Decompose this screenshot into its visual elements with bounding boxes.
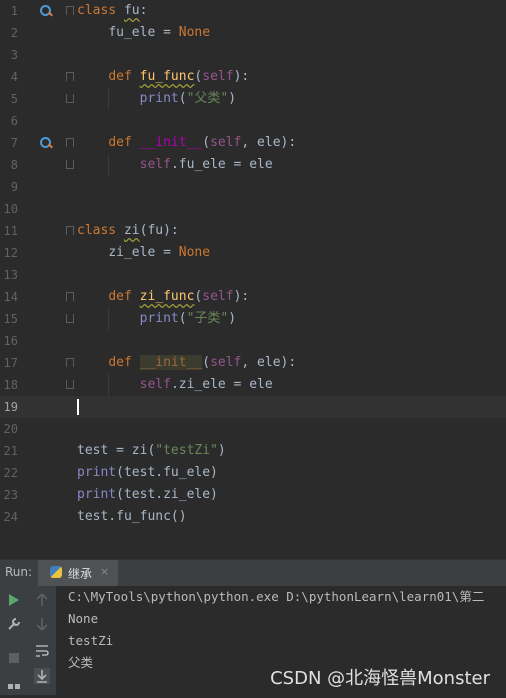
code-line[interactable]: 15 print("子类") bbox=[0, 308, 506, 330]
fold-icon[interactable] bbox=[66, 358, 74, 367]
run-panel-header: Run: 继承 × bbox=[0, 559, 506, 586]
code-text: print(test.fu_ele) bbox=[77, 465, 218, 480]
code-line[interactable]: 4 def fu_func(self): bbox=[0, 66, 506, 88]
line-number: 7 bbox=[10, 136, 18, 150]
line-number: 23 bbox=[3, 488, 18, 502]
code-text: def fu_func(self): bbox=[108, 69, 250, 84]
code-text: print(test.zi_ele) bbox=[77, 487, 218, 502]
code-line[interactable]: 21 test = zi("testZi") bbox=[0, 440, 506, 462]
fold-icon[interactable] bbox=[66, 94, 74, 103]
line-number: 12 bbox=[3, 246, 18, 260]
code-text: class zi(fu): bbox=[77, 223, 179, 238]
code-line[interactable]: 5 print("父类") bbox=[0, 88, 506, 110]
override-marker-icon[interactable] bbox=[40, 5, 51, 16]
layout-icon[interactable] bbox=[6, 682, 22, 698]
code-line[interactable]: 6 bbox=[0, 110, 506, 132]
console-line: 父类 bbox=[68, 655, 94, 670]
code-line[interactable]: 8 self.fu_ele = ele bbox=[0, 154, 506, 176]
fold-icon[interactable] bbox=[66, 160, 74, 169]
fold-icon[interactable] bbox=[66, 226, 74, 235]
line-number: 9 bbox=[10, 180, 18, 194]
run-icon[interactable] bbox=[6, 592, 22, 608]
fold-icon[interactable] bbox=[66, 6, 74, 15]
run-tab[interactable]: 继承 × bbox=[38, 560, 118, 586]
line-number: 2 bbox=[10, 26, 18, 40]
watermark: CSDN @北海怪兽Monster bbox=[270, 668, 490, 689]
code-text: self.zi_ele = ele bbox=[139, 377, 273, 392]
run-tab-label: 继承 bbox=[68, 567, 93, 581]
code-line[interactable]: 12 zi_ele = None bbox=[0, 242, 506, 264]
fold-icon[interactable] bbox=[66, 314, 74, 323]
code-text: print("父类") bbox=[139, 91, 237, 106]
code-text: zi_ele = None bbox=[108, 245, 211, 260]
line-number: 18 bbox=[3, 378, 18, 392]
code-line[interactable]: 24 test.fu_func() bbox=[0, 506, 506, 528]
line-number: 21 bbox=[3, 444, 18, 458]
run-label: Run: bbox=[5, 565, 33, 579]
code-text: class fu: bbox=[77, 3, 148, 18]
code-line[interactable]: 1 class fu: bbox=[0, 0, 506, 22]
code-line[interactable]: 9 bbox=[0, 176, 506, 198]
line-number: 15 bbox=[3, 312, 18, 326]
python-icon bbox=[50, 566, 62, 578]
run-toolbar bbox=[0, 586, 56, 695]
code-line[interactable]: 18 self.zi_ele = ele bbox=[0, 374, 506, 396]
code-line[interactable]: 10 bbox=[0, 198, 506, 220]
current-code-line[interactable]: 19 bbox=[0, 396, 506, 418]
close-tab-icon[interactable]: × bbox=[100, 565, 109, 578]
code-text: self.fu_ele = ele bbox=[139, 157, 273, 172]
line-number: 4 bbox=[10, 70, 18, 84]
fold-icon[interactable] bbox=[66, 72, 74, 81]
line-number: 19 bbox=[3, 400, 18, 414]
console-line: None bbox=[68, 611, 99, 626]
up-arrow-icon[interactable] bbox=[34, 592, 50, 608]
line-number: 13 bbox=[3, 268, 18, 282]
line-number: 24 bbox=[3, 510, 18, 524]
code-editor[interactable]: 1 class fu: 2 fu_ele = None 3 4 def fu_f… bbox=[0, 0, 506, 534]
code-text: fu_ele = None bbox=[108, 25, 211, 40]
console-line: C:\MyTools\python\python.exe D:\pythonLe… bbox=[68, 589, 485, 604]
text-caret bbox=[77, 399, 79, 415]
fold-icon[interactable] bbox=[66, 380, 74, 389]
line-number: 5 bbox=[10, 92, 18, 106]
line-number: 6 bbox=[10, 114, 18, 128]
line-number: 10 bbox=[3, 202, 18, 216]
code-line[interactable]: 23 print(test.zi_ele) bbox=[0, 484, 506, 506]
code-line[interactable]: 16 bbox=[0, 330, 506, 352]
console-line: testZi bbox=[68, 633, 114, 648]
line-number: 16 bbox=[3, 334, 18, 348]
line-number: 20 bbox=[3, 422, 18, 436]
code-line[interactable]: 14 def zi_func(self): bbox=[0, 286, 506, 308]
wrench-icon[interactable] bbox=[6, 616, 22, 632]
code-text: test.fu_func() bbox=[77, 509, 187, 524]
code-line[interactable]: 7 def __init__(self, ele): bbox=[0, 132, 506, 154]
stop-icon[interactable] bbox=[6, 650, 22, 666]
line-number: 3 bbox=[10, 48, 18, 62]
code-line[interactable]: 20 bbox=[0, 418, 506, 440]
fold-icon[interactable] bbox=[66, 292, 74, 301]
code-line[interactable]: 11 class zi(fu): bbox=[0, 220, 506, 242]
code-line[interactable]: 22 print(test.fu_ele) bbox=[0, 462, 506, 484]
code-line[interactable]: 3 bbox=[0, 44, 506, 66]
line-number: 8 bbox=[10, 158, 18, 172]
code-line[interactable]: 2 fu_ele = None bbox=[0, 22, 506, 44]
down-arrow-icon[interactable] bbox=[34, 616, 50, 632]
override-marker-icon[interactable] bbox=[40, 137, 51, 148]
code-text: print("子类") bbox=[139, 311, 237, 326]
code-text: def __init__(self, ele): bbox=[108, 355, 297, 370]
code-text: def __init__(self, ele): bbox=[108, 135, 297, 150]
code-text: test = zi("testZi") bbox=[77, 443, 226, 458]
code-line[interactable]: 13 bbox=[0, 264, 506, 286]
line-number: 1 bbox=[10, 4, 18, 18]
code-line[interactable]: 17 def __init__(self, ele): bbox=[0, 352, 506, 374]
line-number: 22 bbox=[3, 466, 18, 480]
fold-icon[interactable] bbox=[66, 138, 74, 147]
line-number: 11 bbox=[3, 224, 18, 238]
line-number: 17 bbox=[3, 356, 18, 370]
line-number: 14 bbox=[3, 290, 18, 304]
code-text: def zi_func(self): bbox=[108, 289, 250, 304]
scroll-to-end-icon[interactable] bbox=[34, 668, 50, 684]
soft-wrap-icon[interactable] bbox=[34, 643, 50, 659]
